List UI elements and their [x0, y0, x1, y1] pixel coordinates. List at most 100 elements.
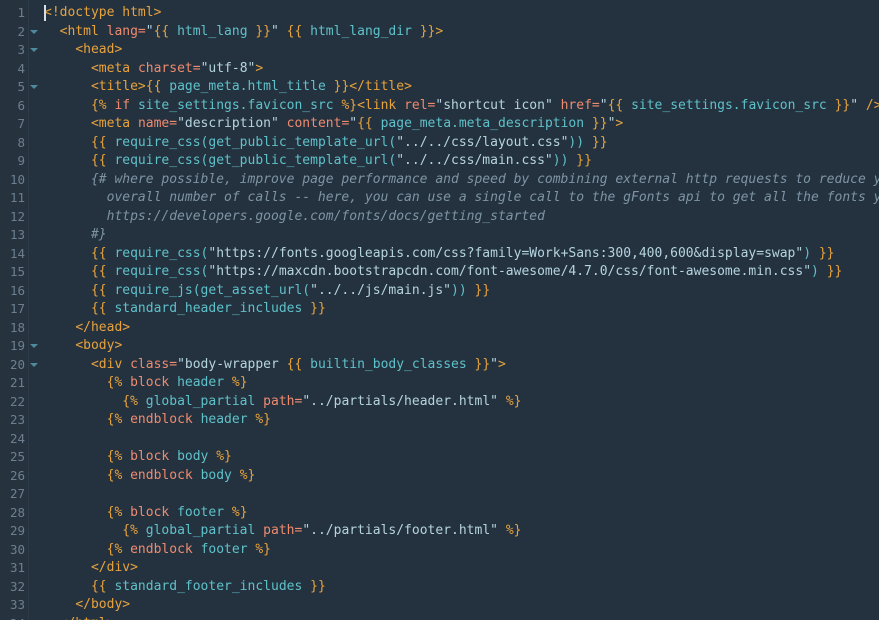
- chevron-down-icon[interactable]: [30, 85, 38, 89]
- code-line[interactable]: {% endblock footer %}: [44, 541, 879, 560]
- chevron-down-icon[interactable]: [30, 362, 38, 367]
- code-line[interactable]: {% block header %}: [44, 374, 879, 393]
- code-token: }}: [474, 282, 491, 298]
- code-line[interactable]: {{ require_css("https://fonts.googleapis…: [44, 245, 879, 264]
- code-line[interactable]: #}: [44, 226, 879, 245]
- fold-toggle-icon[interactable]: [29, 356, 43, 375]
- code-token: }}: [591, 116, 608, 131]
- fold-toggle-icon[interactable]: [29, 41, 43, 60]
- code-token: require_css(: [114, 245, 209, 261]
- code-token: {%: [106, 504, 123, 520]
- line-number: 10: [9, 171, 25, 187]
- code-token: {%: [106, 449, 123, 464]
- code-line[interactable]: {{ require_css("https://maxcdn.bootstrap…: [44, 263, 879, 282]
- code-token: {{: [90, 264, 107, 279]
- code-line[interactable]: {{ require_js(get_asset_url("../../js/ma…: [44, 282, 879, 301]
- code-line[interactable]: </div>: [44, 559, 879, 578]
- code-line[interactable]: {{ require_css(get_public_template_url("…: [44, 152, 879, 171]
- code-token: }}: [826, 264, 843, 279]
- code-editor[interactable]: 1 2 3 4 5 6 7 8 9 10 11 12 13 14 15 16 17 18 19 20 21 22 23 24 2…: [0, 0, 879, 620]
- code-token: footer: [177, 504, 225, 520]
- code-token: <meta: [90, 116, 138, 131]
- line-number: 19: [9, 338, 25, 353]
- code-token: </head>: [75, 319, 131, 335]
- code-line[interactable]: {% if site_settings.favicon_src %}<link …: [44, 97, 879, 116]
- code-line[interactable]: {{ require_css(get_public_template_url("…: [44, 134, 879, 153]
- code-fold-gutter[interactable]: [29, 0, 43, 620]
- code-token: }}: [255, 23, 272, 39]
- code-token: "../../css/main.css": [396, 153, 553, 168]
- line-number: 8: [17, 134, 25, 150]
- code-token: block: [130, 375, 170, 390]
- code-line[interactable]: overall number of calls -- here, you can…: [44, 189, 879, 208]
- code-token: block: [130, 449, 170, 464]
- fold-toggle-icon[interactable]: [29, 337, 43, 356]
- code-line[interactable]: <meta name="description" content="{{ pag…: [44, 115, 879, 134]
- code-token: header: [200, 412, 248, 427]
- code-token: <body>: [75, 338, 123, 353]
- code-line[interactable]: {# where possible, improve page performa…: [44, 171, 879, 190]
- code-line[interactable]: </html>: [44, 615, 879, 620]
- code-token: >: [435, 23, 444, 39]
- code-line[interactable]: <html lang="{{ html_lang }}" {{ html_lan…: [44, 23, 879, 42]
- code-line[interactable]: <!doctype html>: [44, 4, 879, 23]
- fold-toggle-icon[interactable]: [29, 78, 43, 97]
- code-token: {{: [90, 578, 107, 594]
- code-token: {%: [90, 97, 107, 113]
- code-line[interactable]: <body>: [44, 337, 879, 356]
- code-token: {{: [90, 282, 107, 298]
- code-line[interactable]: https://developers.google.com/fonts/docs…: [44, 208, 879, 227]
- fold-toggle-icon[interactable]: [29, 23, 43, 42]
- code-line[interactable]: [44, 430, 879, 449]
- code-token: "utf-8": [200, 60, 256, 76]
- code-token: %}: [239, 467, 256, 483]
- code-token: %}: [255, 412, 272, 427]
- code-line[interactable]: {% global_partial path="../partials/foot…: [44, 522, 879, 541]
- code-line[interactable]: <div class="body-wrapper {{ builtin_body…: [44, 356, 879, 375]
- chevron-down-icon[interactable]: [30, 29, 38, 34]
- code-line[interactable]: {% endblock body %}: [44, 467, 879, 486]
- code-token: >: [615, 116, 624, 131]
- code-token: rel=: [404, 97, 436, 113]
- code-token: content=: [286, 116, 350, 131]
- code-token: {{: [607, 97, 624, 113]
- chevron-down-icon[interactable]: [30, 48, 38, 52]
- code-line[interactable]: </head>: [44, 319, 879, 338]
- code-line[interactable]: <title>{{ page_meta.html_title }}</title…: [44, 78, 879, 97]
- code-line[interactable]: <meta charset="utf-8">: [44, 60, 879, 79]
- code-line[interactable]: {% global_partial path="../partials/head…: [44, 393, 879, 412]
- code-token: "shortcut icon": [435, 97, 553, 113]
- code-line[interactable]: {{ standard_header_includes }}: [44, 300, 879, 319]
- code-line[interactable]: {% block footer %}: [44, 504, 879, 523]
- code-line[interactable]: {% block body %}: [44, 448, 879, 467]
- code-content-area[interactable]: <!doctype html> <html lang="{{ html_lang…: [43, 0, 879, 620]
- code-line[interactable]: {{ standard_footer_includes }}: [44, 578, 879, 597]
- code-line[interactable]: </body>: [44, 596, 879, 615]
- line-number: 33: [9, 597, 25, 612]
- code-line[interactable]: <head>: [44, 41, 879, 60]
- code-token: ": [145, 23, 154, 39]
- line-number: 23: [9, 412, 25, 427]
- code-line[interactable]: [44, 485, 879, 504]
- chevron-down-icon[interactable]: [30, 344, 38, 348]
- code-line[interactable]: {% endblock header %}: [44, 411, 879, 430]
